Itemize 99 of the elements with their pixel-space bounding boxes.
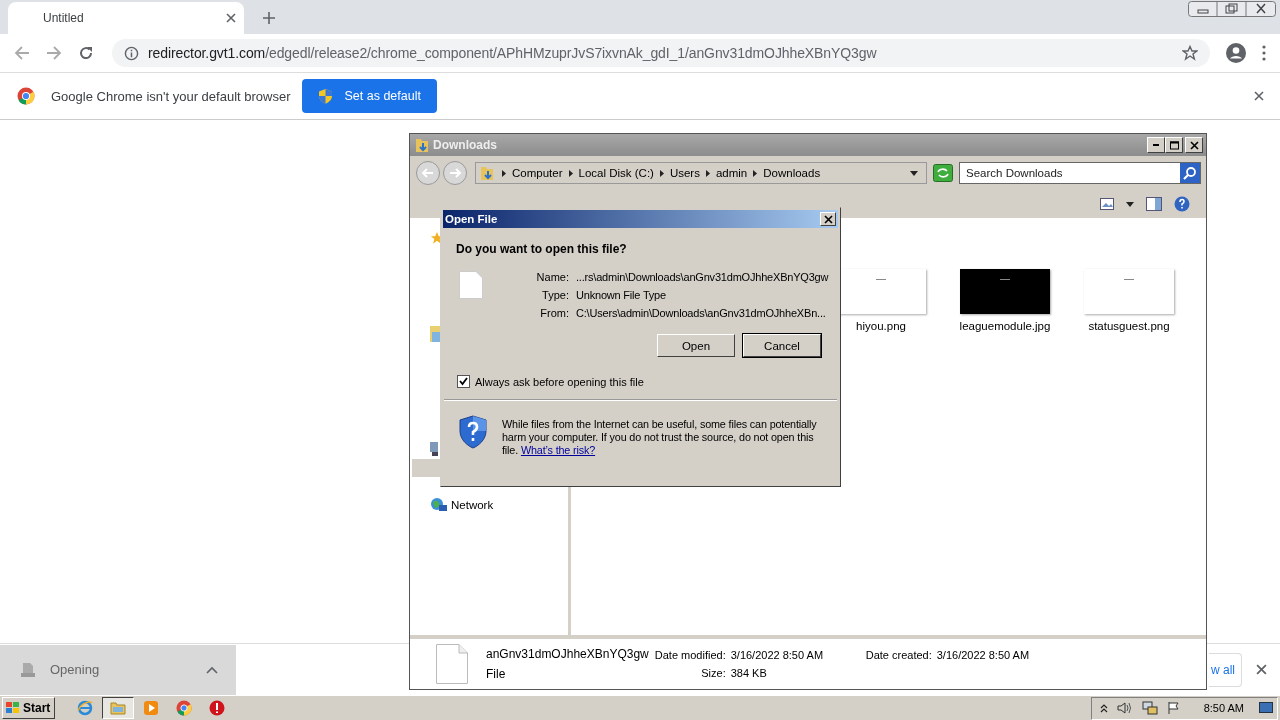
chevron-icon[interactable]: [753, 169, 758, 177]
chevron-icon[interactable]: [659, 169, 664, 177]
search-field[interactable]: Search Downloads: [959, 162, 1201, 184]
network-globe-icon: [430, 497, 448, 513]
address-bar[interactable]: redirector.gvt1.com/edgedl/release2/chrome_component/APhHMzuprJvS7ixvnAk_gdI_1/anGnv31dmOJhheXBnYQ3gw: [112, 39, 1210, 67]
breadcrumb-item[interactable]: admin: [715, 167, 748, 179]
close-icon: [1189, 140, 1199, 150]
close-icon[interactable]: [1256, 664, 1267, 675]
dialog-button[interactable]: Cancel: [743, 334, 821, 357]
file-item[interactable]: statusguest.png: [1082, 269, 1176, 332]
shield-icon: [318, 88, 334, 104]
search-icon[interactable]: [1183, 166, 1197, 180]
field-label: Type:: [541, 289, 569, 301]
show-hidden-icons-icon[interactable]: [1099, 703, 1108, 713]
speaker-icon[interactable]: [1116, 701, 1133, 715]
security-warning-text: While files from the Internet can be useful, some files can potentially harm your computer. If you do not trust the source, do not open this file. What’s the risk?: [502, 418, 818, 457]
show-desktop-icon[interactable]: [1259, 701, 1273, 715]
back-forward-buttons[interactable]: [415, 160, 469, 186]
field-label: Name:: [535, 271, 569, 283]
chevron-icon[interactable]: [705, 169, 710, 177]
profile-icon[interactable]: [1226, 43, 1246, 63]
maximize-icon: [1169, 140, 1179, 150]
set-default-button[interactable]: Set as default: [302, 79, 437, 113]
help-icon[interactable]: [1174, 196, 1190, 212]
info-icon[interactable]: [124, 45, 139, 61]
folder-icon: [415, 137, 431, 153]
detail-value: 3/16/2022 8:50 AM: [730, 649, 825, 661]
field-label: From:: [539, 307, 569, 319]
breadcrumb-item[interactable]: Users: [669, 167, 700, 179]
breadcrumb-item[interactable]: Computer: [512, 167, 563, 179]
checkmark-icon: [459, 377, 468, 386]
shield-question-icon: [458, 415, 488, 449]
whats-the-risk-link[interactable]: What’s the risk?: [520, 444, 596, 456]
chevron-icon[interactable]: [568, 169, 573, 177]
close-icon: [823, 214, 833, 224]
file-icon: [459, 271, 483, 299]
library-icon: [430, 326, 440, 342]
field-value: C:\Users\admin\Downloads\anGnv31dmOJhheXBn...: [576, 307, 827, 319]
network-icon[interactable]: [1141, 700, 1158, 716]
dropdown-arrow-icon[interactable]: [910, 170, 918, 176]
file-item[interactable]: leaguemodule.jpg: [958, 269, 1052, 332]
folder-icon: [480, 165, 496, 181]
close-icon[interactable]: [1254, 91, 1264, 101]
refresh-icon[interactable]: [933, 164, 953, 182]
tab-title: Untitled: [43, 11, 85, 25]
field-value: Unknown File Type: [576, 289, 667, 301]
minimize-button[interactable]: [1147, 137, 1165, 153]
file-type: File: [486, 667, 507, 681]
folder-icon: [110, 701, 127, 715]
url-text: redirector.gvt1.com/edgedl/release2/chrome_component/APhHMzuprJvS7ixvnAk_gdI_1/anGnv31dmOJhheXBnYQ3gw: [148, 45, 878, 61]
browser-e-icon: [77, 700, 94, 716]
view-icon[interactable]: [1100, 198, 1114, 210]
dialog-question: Do you want to open this file?: [456, 242, 628, 256]
computer-icon: [430, 442, 438, 456]
detail-label: Date modified:: [654, 649, 726, 661]
clock[interactable]: 8:50 AM: [1203, 702, 1244, 714]
chevron-icon[interactable]: [502, 169, 506, 177]
address-bar[interactable]: Computer Local Disk (C:) Users admin Downloads: [475, 162, 927, 184]
file-item[interactable]: hiyou.png: [834, 269, 928, 332]
close-icon[interactable]: [226, 13, 236, 23]
detail-label: Date created:: [865, 649, 932, 661]
chevron-up-icon[interactable]: [206, 665, 218, 674]
new-tab-icon[interactable]: [263, 12, 275, 24]
stop-icon: [209, 700, 226, 716]
chrome-logo-icon: [17, 87, 35, 105]
close-button[interactable]: [820, 212, 836, 226]
dialog-title: Open File: [445, 213, 498, 225]
default-browser-message: Google Chrome isn't your default browser: [51, 88, 291, 104]
file-icon: [436, 644, 468, 684]
close-button[interactable]: [1185, 137, 1203, 153]
window-title: Downloads: [433, 138, 497, 152]
flag-icon[interactable]: [1166, 701, 1181, 715]
maximize-button[interactable]: [1165, 137, 1183, 153]
detail-value: 384 KB: [730, 667, 768, 679]
windows-logo-icon: [5, 701, 21, 715]
breadcrumb-item[interactable]: Downloads: [763, 167, 821, 179]
taskbar-app[interactable]: [102, 697, 135, 719]
media-player-icon: [143, 700, 160, 716]
menu-icon[interactable]: [1262, 45, 1266, 61]
minimize-icon: [1153, 144, 1159, 146]
breadcrumb-item[interactable]: Local Disk (C:): [578, 167, 654, 179]
detail-label: Size:: [700, 667, 726, 679]
always-ask-checkbox[interactable]: Always ask before opening this file: [457, 375, 840, 388]
dialog-button[interactable]: Open: [657, 334, 735, 357]
show-all-button[interactable]: w all: [1209, 652, 1242, 687]
dropdown-arrow-icon[interactable]: [1126, 201, 1134, 207]
preview-pane-icon[interactable]: [1146, 197, 1162, 211]
bookmark-star-icon[interactable]: [1182, 45, 1198, 61]
file-name: anGnv31dmOJhheXBnYQ3gw: [486, 647, 649, 661]
nav-item[interactable]: Network: [430, 497, 494, 513]
file-icon: [20, 661, 36, 678]
field-value: ...rs\admin\Downloads\anGnv31dmOJhheXBnYQ3gw: [576, 271, 829, 283]
reload-icon[interactable]: [78, 45, 94, 61]
detail-value: 3/16/2022 8:50 AM: [936, 649, 1030, 661]
window-controls[interactable]: [1188, 1, 1276, 17]
start-button[interactable]: Start: [2, 697, 56, 719]
download-item[interactable]: Opening: [0, 644, 236, 695]
browser-tab[interactable]: Untitled: [8, 2, 244, 34]
chrome-logo-icon: [176, 700, 193, 716]
